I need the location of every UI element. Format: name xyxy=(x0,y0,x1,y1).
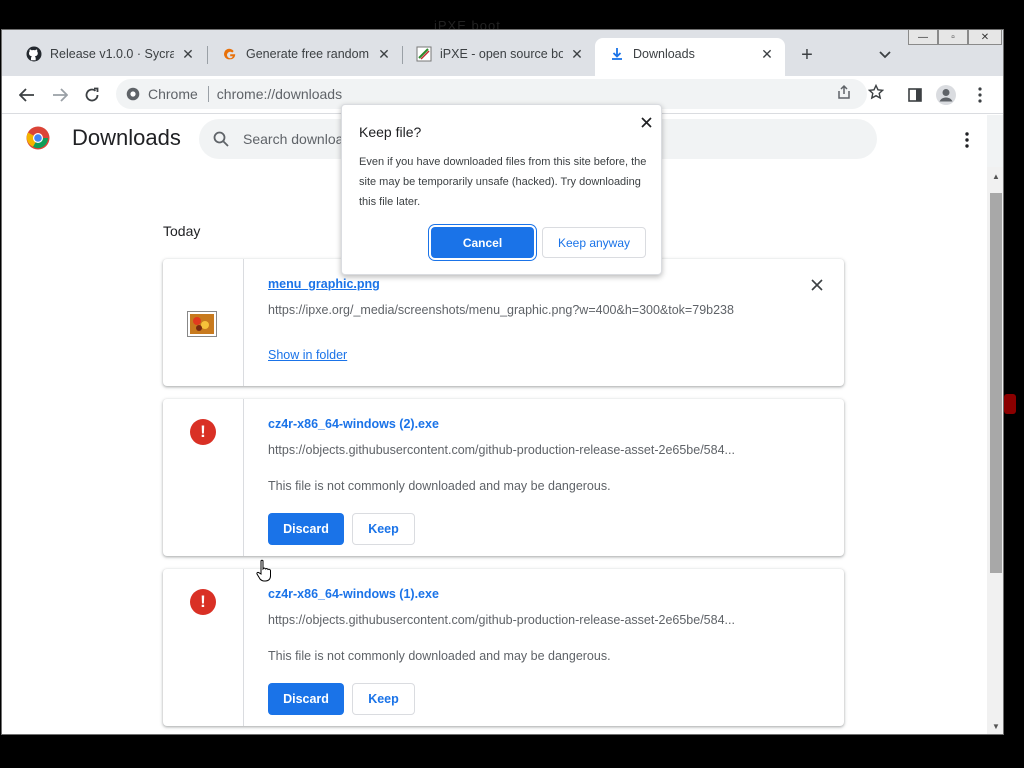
forward-arrow-icon[interactable] xyxy=(47,82,73,108)
file-name-link[interactable]: menu_graphic.png xyxy=(268,277,380,291)
minimize-icon[interactable]: — xyxy=(908,30,938,45)
downloads-menu-icon[interactable] xyxy=(957,129,977,151)
chrome-page-icon xyxy=(126,87,140,101)
keep-anyway-button[interactable]: Keep anyway xyxy=(542,227,646,258)
reload-icon[interactable] xyxy=(79,82,105,108)
show-in-folder-link[interactable]: Show in folder xyxy=(268,348,347,362)
tab-close-icon[interactable]: ✕ xyxy=(759,46,775,62)
keep-file-dialog: Keep file? Even if you have downloaded f… xyxy=(341,104,662,275)
danger-warning-icon: ! xyxy=(190,589,216,615)
back-arrow-icon[interactable] xyxy=(14,82,40,108)
download-icon xyxy=(609,46,625,62)
keep-button[interactable]: Keep xyxy=(352,683,415,715)
close-window-icon[interactable]: ✕ xyxy=(968,30,1002,45)
tab-title: Generate free random b xyxy=(246,47,370,61)
tab-downloads[interactable]: Downloads ✕ xyxy=(595,38,785,76)
chrome-logo-icon xyxy=(26,126,50,150)
file-name: cz4r-x86_64-windows (1).exe xyxy=(268,587,439,601)
discard-button[interactable]: Discard xyxy=(268,513,344,545)
share-icon[interactable] xyxy=(832,80,856,104)
page-scrollbar[interactable]: ▲ ▼ xyxy=(987,167,1003,734)
side-panel-icon[interactable] xyxy=(902,82,928,108)
file-url[interactable]: https://ipxe.org/_media/screenshots/menu… xyxy=(268,303,734,317)
new-tab-plus-icon[interactable]: + xyxy=(795,43,819,67)
download-card: ! cz4r-x86_64-windows (2).exe https://ob… xyxy=(163,399,844,556)
tab-release[interactable]: Release v1.0.0 · Sycratio ✕ xyxy=(12,38,206,70)
discard-button[interactable]: Discard xyxy=(268,683,344,715)
dialog-close-icon[interactable] xyxy=(637,113,655,131)
dialog-body: Even if you have downloaded files from t… xyxy=(359,156,647,208)
tab-generate[interactable]: Generate free random b ✕ xyxy=(208,38,402,70)
profile-avatar-icon[interactable] xyxy=(933,82,959,108)
file-name: cz4r-x86_64-windows (2).exe xyxy=(268,417,439,431)
url-text[interactable]: chrome://downloads xyxy=(217,86,342,102)
tab-search-chevron-icon[interactable] xyxy=(874,44,896,66)
tab-close-icon[interactable]: ✕ xyxy=(180,46,196,62)
danger-warning-text: This file is not commonly downloaded and… xyxy=(268,649,611,663)
bookmark-star-icon[interactable] xyxy=(864,80,888,104)
danger-warning-text: This file is not commonly downloaded and… xyxy=(268,479,611,493)
tab-title: iPXE - open source boot xyxy=(440,47,563,61)
file-icon-column xyxy=(163,259,244,386)
download-card: menu_graphic.png https://ipxe.org/_media… xyxy=(163,259,844,386)
tab-strip: Release v1.0.0 · Sycratio ✕ Generate fre… xyxy=(2,30,1003,76)
tab-close-icon[interactable]: ✕ xyxy=(376,46,392,62)
file-url[interactable]: https://objects.githubusercontent.com/gi… xyxy=(268,443,735,457)
github-icon xyxy=(26,46,42,62)
ipxe-icon xyxy=(416,46,432,62)
keep-button[interactable]: Keep xyxy=(352,513,415,545)
date-section-label: Today xyxy=(163,223,201,239)
download-card: ! cz4r-x86_64-windows (1).exe https://ob… xyxy=(163,569,844,726)
file-icon-column: ! xyxy=(163,569,244,726)
tab-title: Downloads xyxy=(633,47,695,61)
file-icon-column: ! xyxy=(163,399,244,556)
danger-warning-icon: ! xyxy=(190,419,216,445)
scrollbar-thumb[interactable] xyxy=(990,193,1002,573)
background-red-marker xyxy=(1004,394,1016,414)
tab-title: Release v1.0.0 · Sycratio xyxy=(50,47,174,61)
tab-close-icon[interactable]: ✕ xyxy=(569,46,585,62)
scroll-up-arrow-icon[interactable]: ▲ xyxy=(990,170,1002,182)
image-file-icon xyxy=(187,311,217,337)
file-url[interactable]: https://objects.githubusercontent.com/gi… xyxy=(268,613,735,627)
cancel-button[interactable]: Cancel xyxy=(431,227,534,258)
page-title: Downloads xyxy=(72,125,181,150)
browser-menu-icon[interactable] xyxy=(967,82,993,108)
maximize-icon[interactable]: ▫ xyxy=(938,30,968,45)
desktop: iPXE boot Release v1.0.0 · Sycratio ✕ Ge… xyxy=(0,0,1024,768)
dialog-title: Keep file? xyxy=(359,124,422,140)
site-label: Chrome xyxy=(148,86,198,102)
remove-download-close-icon[interactable] xyxy=(808,276,826,294)
hand-cursor-icon xyxy=(256,559,271,582)
site-info-chip[interactable]: Chrome xyxy=(126,86,209,102)
scroll-down-arrow-icon[interactable]: ▼ xyxy=(990,720,1002,732)
g-logo-icon xyxy=(222,46,238,62)
search-icon xyxy=(213,131,229,147)
tab-ipxe[interactable]: iPXE - open source boot ✕ xyxy=(402,38,595,70)
